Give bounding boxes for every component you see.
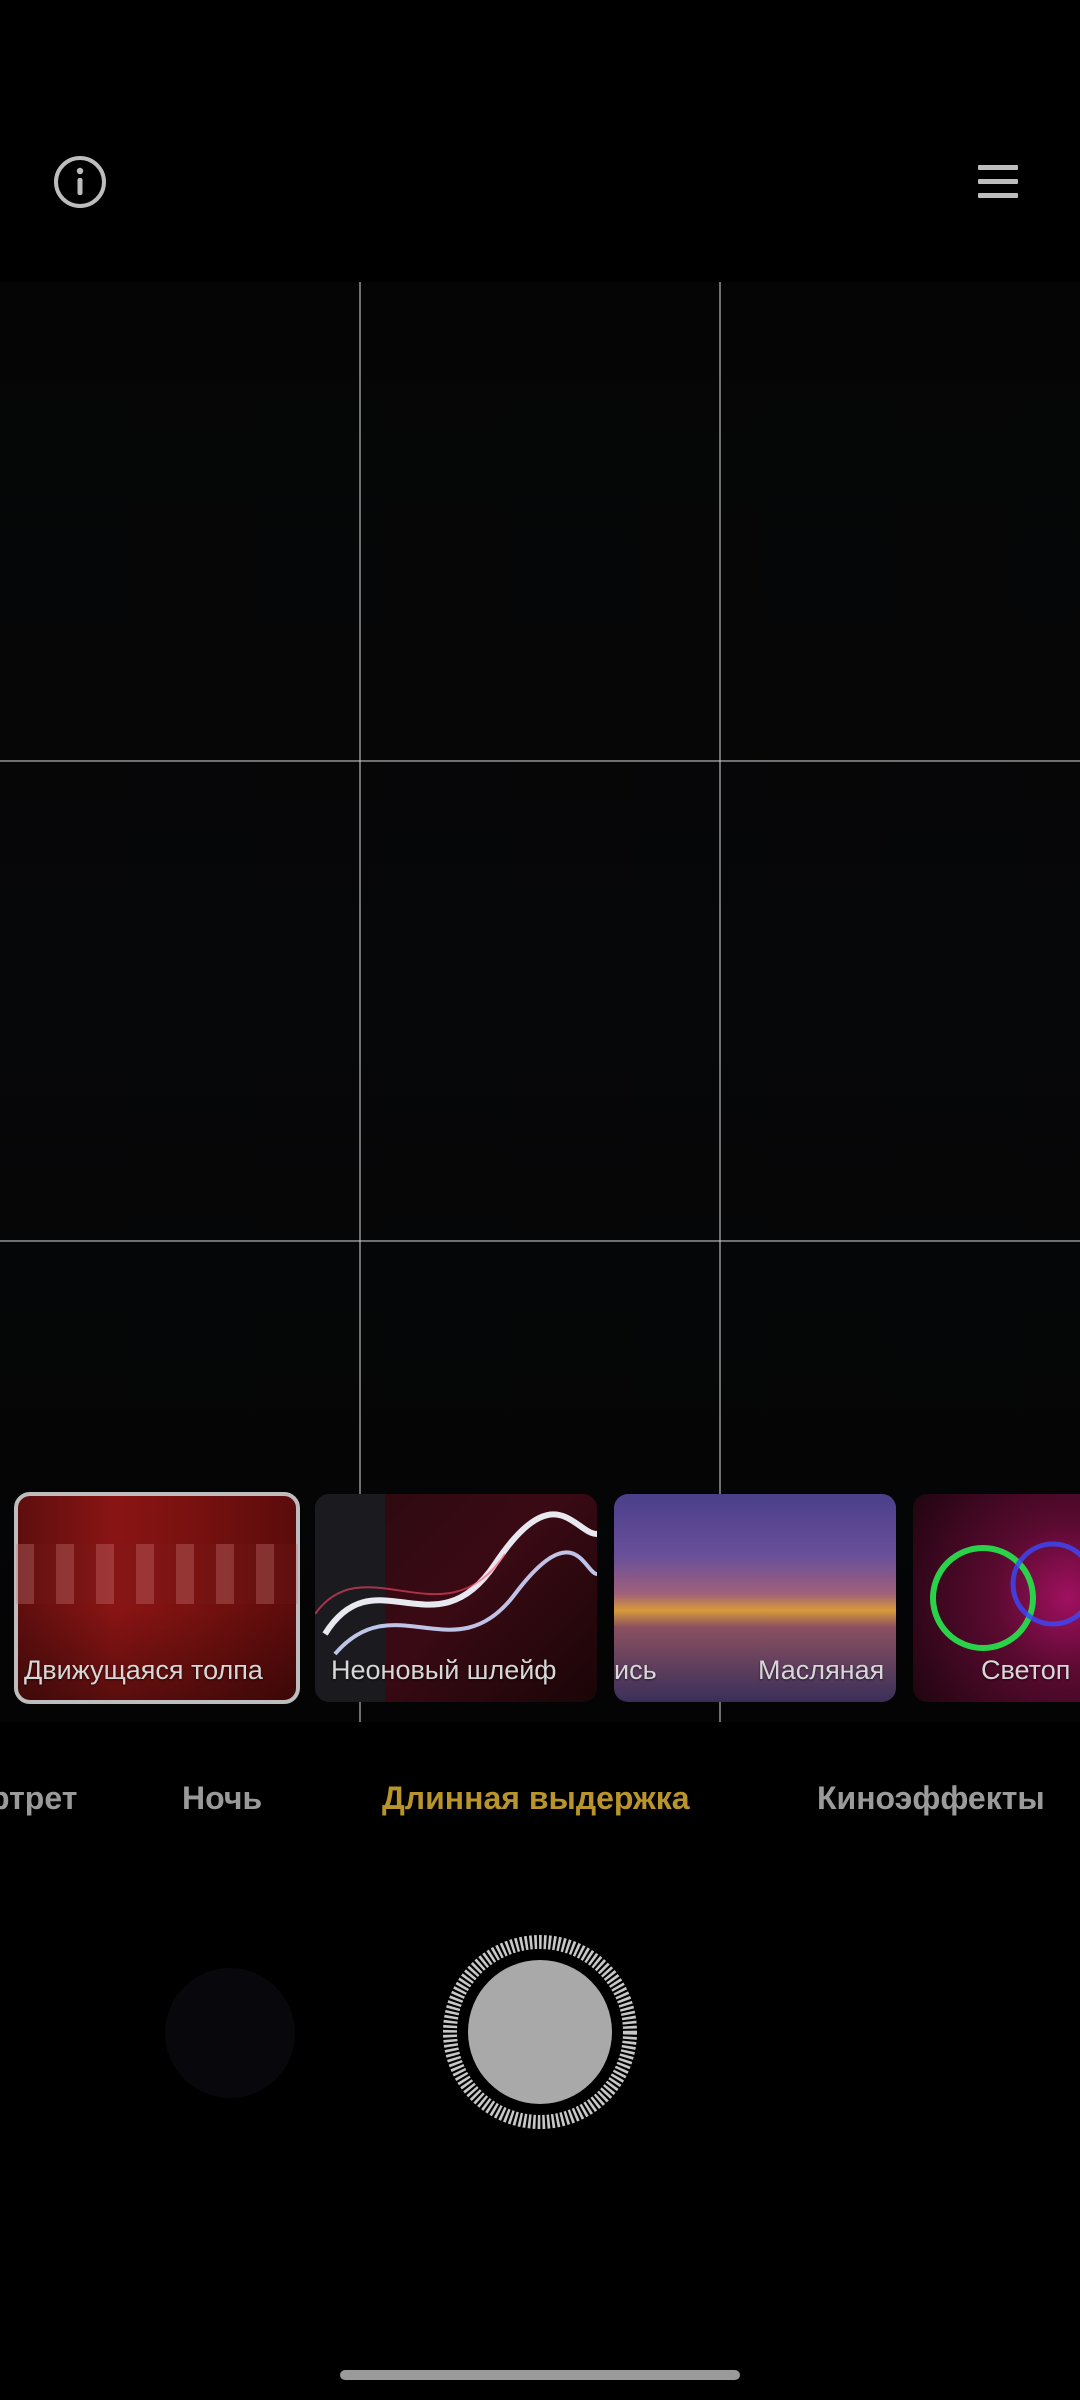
effect-light-painting[interactable]: Светоп [913, 1494, 1080, 1702]
gallery-thumbnail[interactable] [165, 1968, 295, 2098]
mode-cinema-effects[interactable]: Киноэффекты [817, 1780, 1045, 1817]
effect-label-left: ись [614, 1655, 657, 1685]
shutter-icon [443, 1935, 637, 2129]
effect-label: Движущаяся толпа [24, 1655, 263, 1685]
mode-night[interactable]: Ночь [182, 1780, 262, 1817]
effect-neon-trail[interactable]: Неоновый шлейф [315, 1494, 597, 1702]
top-bar [0, 0, 1080, 280]
grid-line [0, 760, 1080, 762]
shutter-button[interactable] [442, 1934, 638, 2130]
menu-icon [978, 165, 1018, 198]
mode-selector: ртрет Ночь Длинная выдержка Киноэффекты [0, 1770, 1080, 1830]
home-indicator[interactable] [340, 2370, 740, 2380]
grid-line [0, 1240, 1080, 1242]
effect-moving-crowd[interactable]: Движущаяся толпа [14, 1492, 300, 1704]
info-button[interactable] [48, 150, 112, 214]
effect-label: Светоп [981, 1655, 1071, 1685]
menu-button[interactable] [966, 150, 1030, 214]
effect-oil-paint[interactable]: ись Масляная [614, 1494, 896, 1702]
effect-thumbnail [16, 1544, 298, 1604]
effect-label: Масляная [758, 1655, 885, 1685]
effects-strip: Движущаяся толпа Неоновый шлейф ись Масл… [0, 1492, 1080, 1712]
mode-long-exposure[interactable]: Длинная выдержка [382, 1780, 690, 1817]
effect-label: Неоновый шлейф [331, 1655, 557, 1685]
mode-portrait[interactable]: ртрет [0, 1780, 77, 1817]
info-icon [54, 156, 106, 208]
